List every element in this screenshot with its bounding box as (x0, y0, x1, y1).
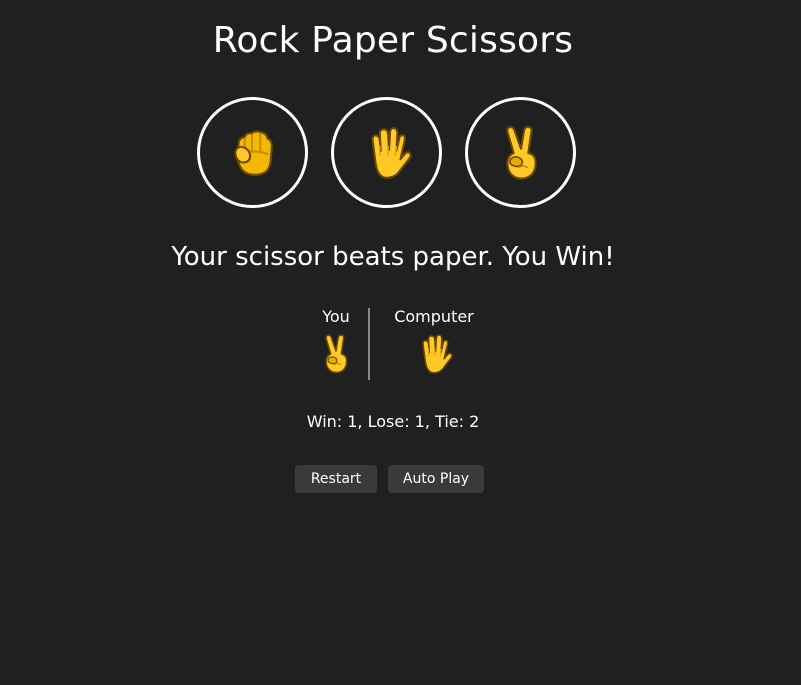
scissors-button[interactable] (465, 97, 576, 208)
controls: Restart Auto Play (295, 465, 484, 493)
computer-move: Computer (390, 306, 478, 376)
moves-panel: You Computer (0, 306, 786, 380)
move-choices (197, 97, 576, 208)
computer-label: Computer (394, 307, 474, 326)
raised-hand-icon (362, 124, 412, 182)
restart-button[interactable]: Restart (295, 465, 377, 493)
result-message: Your scissor beats paper. You Win! (171, 242, 615, 272)
player-move: You (308, 306, 364, 376)
moves-divider (368, 308, 370, 380)
victory-hand-icon (496, 124, 546, 182)
fist-icon (228, 124, 278, 182)
score-display: Win: 1, Lose: 1, Tie: 2 (306, 412, 480, 431)
page-title: Rock Paper Scissors (212, 20, 574, 61)
player-label: You (322, 307, 350, 326)
paper-button[interactable] (331, 97, 442, 208)
raised-hand-icon (415, 332, 453, 376)
auto-play-button[interactable]: Auto Play (388, 465, 484, 493)
victory-hand-icon (318, 332, 354, 376)
rock-button[interactable] (197, 97, 308, 208)
